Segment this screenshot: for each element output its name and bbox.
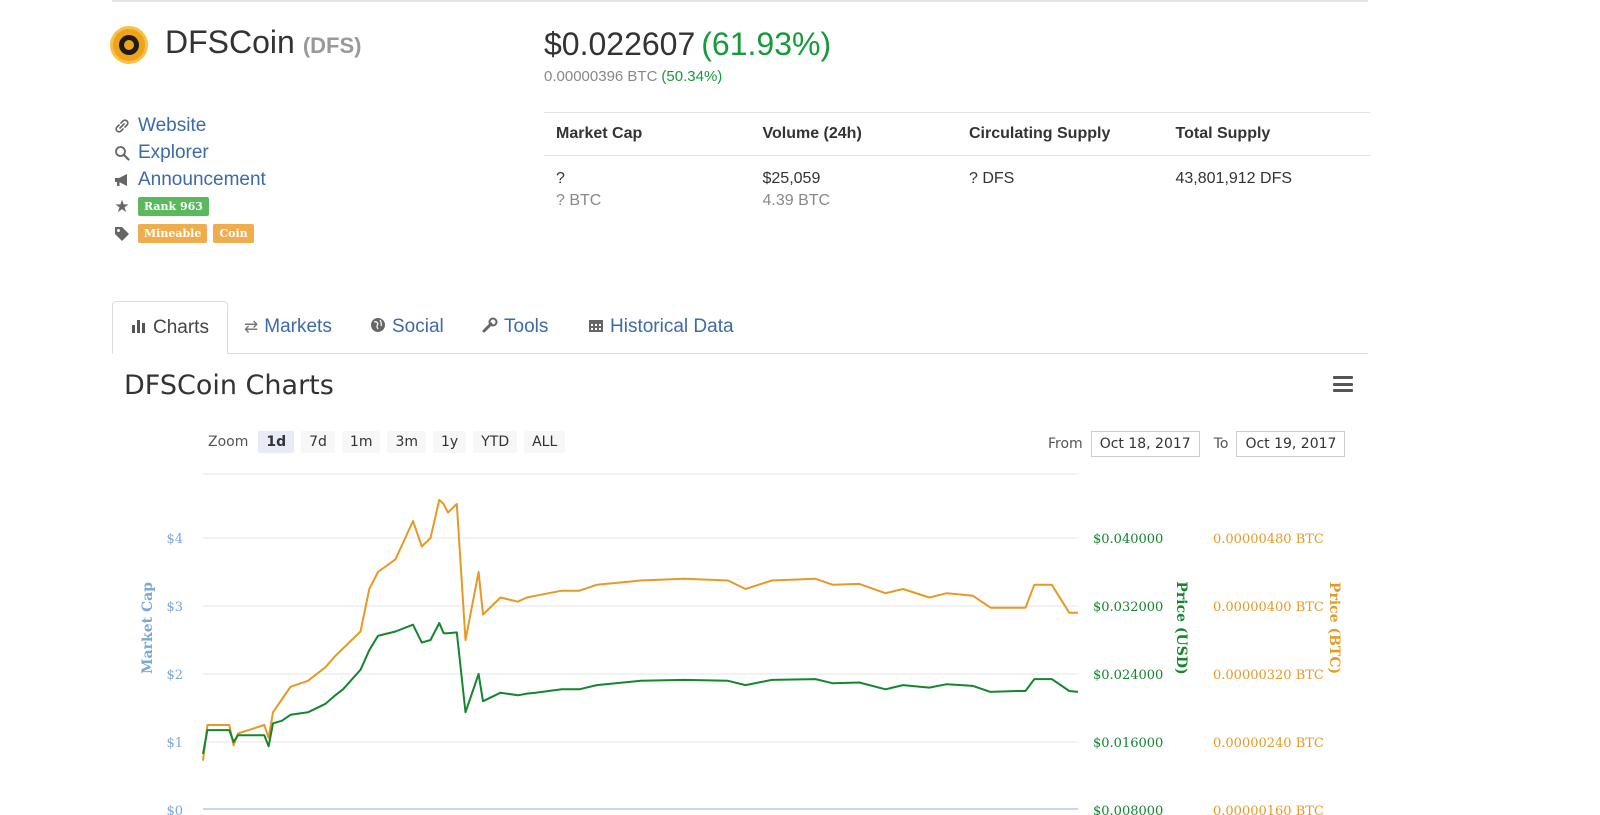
total-supply-cell: 43,801,912 DFS	[1164, 170, 1371, 210]
tag-mineable[interactable]: Mineable	[138, 224, 208, 243]
explorer-row: Explorer	[112, 139, 266, 166]
btc-tick-label: 0.00000480 BTC	[1213, 532, 1324, 547]
wrench-icon	[482, 317, 498, 338]
left-axis-title: Market Cap	[140, 582, 156, 674]
website-link[interactable]: Website	[138, 115, 206, 137]
link-icon	[112, 118, 132, 134]
calendar-icon	[588, 317, 604, 338]
hamburger-menu-icon[interactable]	[1333, 376, 1353, 392]
price-btc-change: (50.34%)	[661, 68, 723, 85]
header-total-supply: Total Supply	[1175, 125, 1271, 142]
usd-axis-title: Price (USD)	[1173, 581, 1189, 674]
volume-usd: $25,059	[762, 170, 821, 187]
tags-row: Mineable Coin	[112, 220, 266, 247]
left-tick-label: $3	[166, 600, 183, 615]
stats-header-row: Market Cap Volume (24h) Circulating Supp…	[544, 113, 1370, 155]
charts-title: DFSCoin Charts	[124, 370, 334, 401]
tab-bar: Charts ⇄ Markets Social Tools Historical…	[112, 301, 1368, 354]
usd-tick-label: $0.024000	[1093, 668, 1163, 683]
btc-axis-title: Price (BTC)	[1326, 582, 1342, 674]
zoom-3m-button[interactable]: 3m	[387, 431, 427, 453]
tag-icon	[112, 226, 132, 242]
exchange-icon: ⇄	[244, 317, 259, 336]
tab-markets[interactable]: ⇄ Markets	[244, 301, 332, 353]
zoom-7d-button[interactable]: 7d	[301, 431, 335, 453]
coin-name: DFSCoin	[165, 24, 295, 60]
price-chart: $0 $1 $2 $3 $4 $0.008000 $0.016000 $0.024000 $0.…	[140, 473, 1342, 815]
coin-symbol: (DFS)	[302, 33, 362, 58]
coin-title: DFSCoin (DFS)	[165, 24, 361, 61]
website-row: Website	[112, 112, 266, 139]
stats-value-row: ? ? BTC $25,059 4.39 BTC ? DFS 43,801,91…	[544, 156, 1370, 210]
usd-price-line	[202, 622, 1079, 755]
to-label: To	[1213, 436, 1229, 452]
btc-tick-label: 0.00000160 BTC	[1213, 804, 1324, 815]
header-circulating-supply: Circulating Supply	[969, 125, 1111, 142]
btc-tick-label: 0.00000320 BTC	[1213, 668, 1324, 683]
tab-historical-data[interactable]: Historical Data	[588, 301, 734, 353]
announcement-row: Announcement	[112, 166, 266, 193]
zoom-ytd-button[interactable]: YTD	[473, 431, 518, 453]
left-tick-label: $2	[166, 668, 183, 683]
zoom-1m-button[interactable]: 1m	[341, 431, 381, 453]
bar-chart-icon	[131, 318, 147, 338]
stats-table: Market Cap Volume (24h) Circulating Supp…	[544, 112, 1370, 210]
announcement-link[interactable]: Announcement	[138, 169, 266, 191]
coin-links: Website Explorer Announcement ★ Rank 963…	[112, 112, 266, 247]
btc-tick-label: 0.00000400 BTC	[1213, 600, 1324, 615]
header-volume: Volume (24h)	[762, 125, 862, 142]
price-usd: $0.022607	[544, 26, 696, 62]
price-btc: 0.00000396 BTC	[544, 68, 658, 85]
left-tick-label: $1	[166, 736, 183, 751]
tab-charts[interactable]: Charts	[112, 301, 228, 354]
circulating-supply-cell: ? DFS	[957, 170, 1164, 210]
volume-btc: 4.39 BTC	[762, 192, 831, 209]
search-icon	[112, 145, 132, 161]
from-date-input[interactable]: Oct 18, 2017	[1090, 431, 1200, 457]
usd-tick-label: $0.032000	[1093, 600, 1163, 615]
globe-icon	[370, 317, 386, 338]
rank-row: ★ Rank 963	[112, 193, 266, 220]
circulating-supply-value: ? DFS	[969, 170, 1015, 187]
left-tick-label: $0	[166, 804, 183, 815]
zoom-all-button[interactable]: ALL	[524, 431, 566, 453]
btc-tick-label: 0.00000240 BTC	[1213, 736, 1324, 751]
bullhorn-icon	[112, 172, 132, 188]
zoom-label: Zoom	[208, 434, 249, 450]
price-usd-block: $0.022607 (61.93%)	[544, 26, 831, 63]
left-tick-label: $4	[166, 532, 183, 547]
usd-tick-label: $0.040000	[1093, 532, 1163, 547]
top-divider	[112, 0, 1368, 2]
btc-price-line	[202, 498, 1078, 761]
from-label: From	[1048, 436, 1083, 452]
price-btc-block: 0.00000396 BTC (50.34%)	[544, 68, 722, 85]
price-usd-change: (61.93%)	[701, 26, 832, 62]
date-range: From Oct 18, 2017 To Oct 19, 2017	[1048, 431, 1346, 457]
zoom-1y-button[interactable]: 1y	[433, 431, 467, 453]
market-cap-cell: ? ? BTC	[544, 170, 751, 210]
usd-tick-label: $0.016000	[1093, 736, 1163, 751]
tag-coin[interactable]: Coin	[213, 224, 254, 243]
market-cap-btc: ? BTC	[556, 192, 602, 209]
coin-logo	[110, 26, 148, 64]
rank-badge: Rank 963	[138, 197, 209, 216]
market-cap-usd: ?	[556, 170, 565, 187]
to-date-input[interactable]: Oct 19, 2017	[1236, 431, 1346, 457]
zoom-controls: Zoom 1d 7d 1m 3m 1y YTD ALL	[208, 431, 572, 453]
total-supply-value: 43,801,912 DFS	[1175, 170, 1293, 187]
star-icon: ★	[114, 196, 130, 216]
usd-tick-label: $0.008000	[1093, 804, 1163, 815]
explorer-link[interactable]: Explorer	[138, 142, 209, 164]
tab-tools[interactable]: Tools	[482, 301, 548, 353]
tab-social[interactable]: Social	[370, 301, 444, 353]
header-market-cap: Market Cap	[556, 125, 643, 142]
volume-cell: $25,059 4.39 BTC	[751, 170, 958, 210]
zoom-1d-button[interactable]: 1d	[258, 431, 295, 453]
